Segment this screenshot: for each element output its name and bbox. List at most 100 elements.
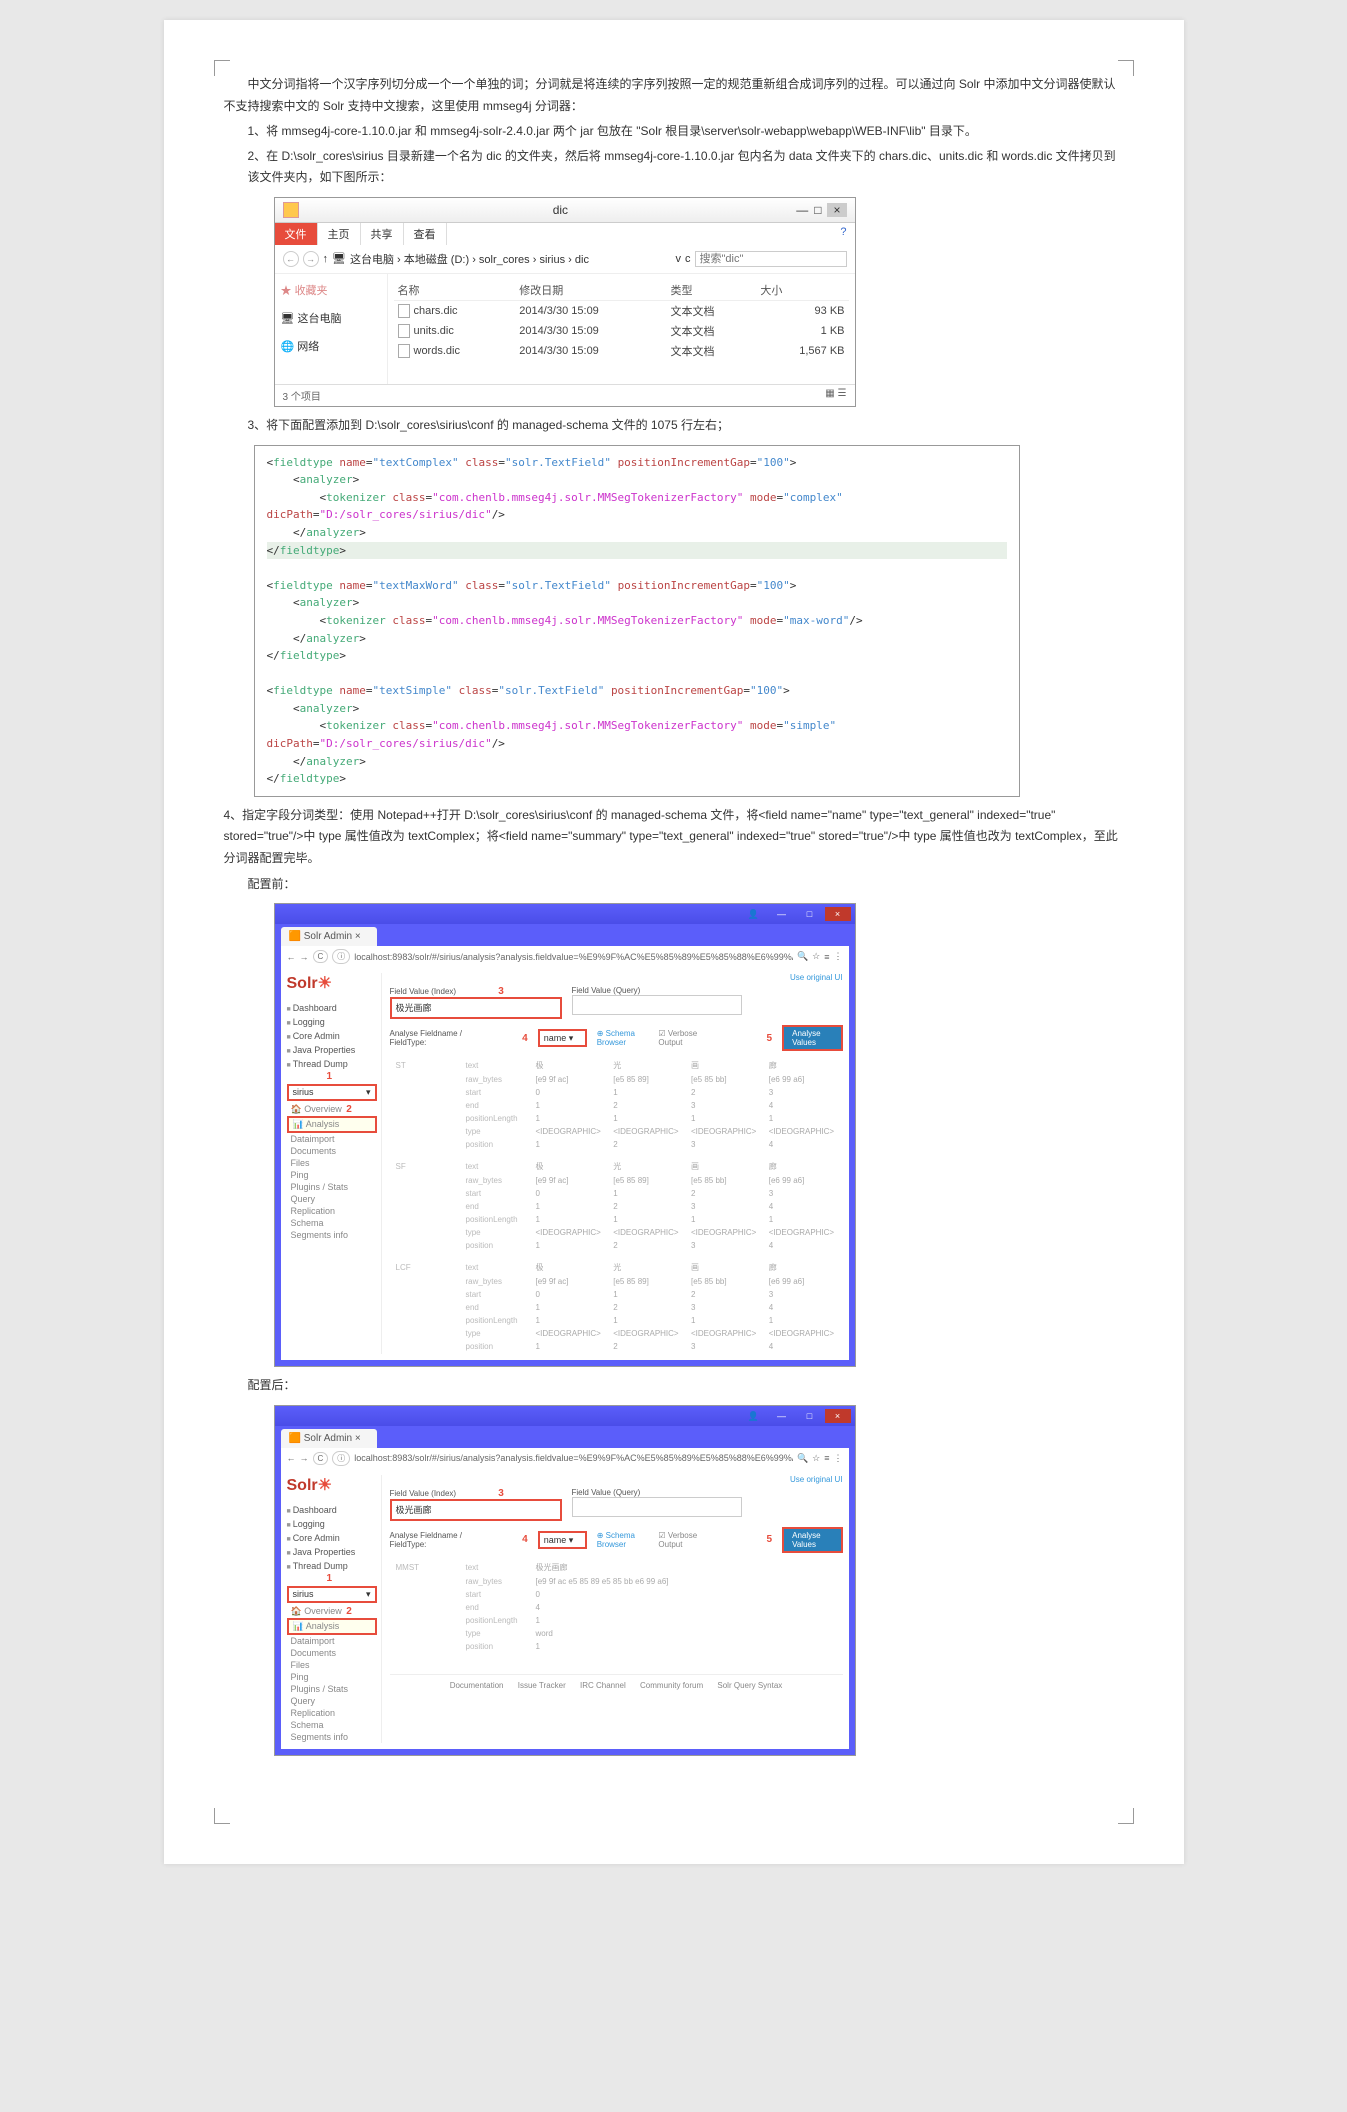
menu-dashboard[interactable]: Dashboard [287,1001,377,1015]
sub-plugins[interactable]: Plugins / Stats [287,1181,377,1193]
nav-back-icon[interactable]: ← [287,952,296,962]
menu-dashboard[interactable]: Dashboard [287,1503,377,1517]
menu-thread[interactable]: Thread Dump [287,1559,377,1573]
tab-view[interactable]: 查看 [404,223,447,245]
sub-overview[interactable]: 🏠 Overview 2 [287,1103,377,1116]
max-icon[interactable]: □ [797,907,823,921]
help-icon[interactable]: ? [832,223,854,245]
up-icon[interactable]: ↑ [323,253,329,265]
sub-analysis[interactable]: 📊 Analysis [287,1618,377,1635]
sub-ping[interactable]: Ping [287,1671,377,1683]
tab-file[interactable]: 文件 [275,223,318,245]
nav-fwd-icon[interactable]: → [300,1453,309,1463]
browser-tab[interactable]: 🟧 Solr Admin × [281,927,377,946]
search-input[interactable] [695,251,847,267]
url-bar[interactable]: localhost:8983/solr/#/sirius/analysis?an… [354,952,793,962]
file-row[interactable]: chars.dic2014/3/30 15:09文本文档93 KB [394,300,849,321]
minimize-icon[interactable]: — [796,203,808,217]
forum-link[interactable]: Community forum [640,1681,703,1690]
menu-logging[interactable]: Logging [287,1015,377,1029]
sub-query[interactable]: Query [287,1695,377,1707]
solr-logo: Solr☀ [287,973,377,993]
num-1: 1 [327,1573,377,1584]
step-4: 4、指定字段分词类型：使用 Notepad++打开 D:\solr_cores\… [224,805,1124,870]
max-icon[interactable]: □ [797,1409,823,1423]
sub-segments[interactable]: Segments info [287,1731,377,1743]
field-query-input[interactable] [572,995,742,1015]
sub-files[interactable]: Files [287,1157,377,1169]
reload-icon[interactable]: C [313,950,329,963]
analyse-button[interactable]: Analyse Values [782,1025,842,1051]
fieldtype-select[interactable]: name ▾ [538,1531,587,1549]
nav-back-icon[interactable]: ← [287,1453,296,1463]
file-table: 名称修改日期类型大小 chars.dic2014/3/30 15:09文本文档9… [394,280,849,361]
sub-segments[interactable]: Segments info [287,1229,377,1241]
core-selector[interactable]: sirius [287,1084,377,1101]
menu-logging[interactable]: Logging [287,1517,377,1531]
back-icon[interactable]: ← [283,251,299,267]
sub-query[interactable]: Query [287,1193,377,1205]
field-query-input[interactable] [572,1497,742,1517]
reload-icon[interactable]: C [313,1452,329,1465]
file-row[interactable]: units.dic2014/3/30 15:09文本文档1 KB [394,321,849,341]
close-icon[interactable]: × [827,203,846,217]
info-icon[interactable]: ⓘ [332,949,350,964]
nav-fwd-icon[interactable]: → [300,952,309,962]
url-bar[interactable]: localhost:8983/solr/#/sirius/analysis?an… [354,1453,793,1463]
fwd-icon[interactable]: → [303,251,319,267]
sub-ping[interactable]: Ping [287,1169,377,1181]
menu-core-admin[interactable]: Core Admin [287,1029,377,1043]
field-index-input[interactable]: 极光画廊 [390,997,562,1019]
sub-overview[interactable]: 🏠 Overview 2 [287,1605,377,1618]
irc-link[interactable]: IRC Channel [580,1681,626,1690]
min-icon[interactable]: — [769,907,795,921]
schema-browser-link[interactable]: ⊕ Schema Browser [597,1531,649,1549]
menu-core-admin[interactable]: Core Admin [287,1531,377,1545]
close-icon[interactable]: × [825,907,851,921]
search-icon[interactable]: 🔍 [797,1453,808,1464]
issue-link[interactable]: Issue Tracker [518,1681,566,1690]
core-selector[interactable]: sirius [287,1586,377,1603]
sub-schema[interactable]: Schema [287,1217,377,1229]
sub-replication[interactable]: Replication [287,1707,377,1719]
step-1: 1、将 mmseg4j-core-1.10.0.jar 和 mmseg4j-so… [248,121,1124,143]
intro-text: 中文分词指将一个汉字序列切分成一个一个单独的词；分词就是将连续的字序列按照一定的… [224,74,1124,117]
maximize-icon[interactable]: □ [814,203,821,217]
side-favorites[interactable]: ★ 收藏夹 [281,280,381,300]
syntax-link[interactable]: Solr Query Syntax [717,1681,782,1690]
sub-dataimport[interactable]: Dataimport [287,1635,377,1647]
browser-tab[interactable]: 🟧 Solr Admin × [281,1429,377,1448]
breadcrumb[interactable]: 这台电脑 › 本地磁盘 (D:) › solr_cores › sirius ›… [350,251,589,267]
side-pc[interactable]: 🖥 这台电脑 [281,308,381,328]
file-row[interactable]: words.dic2014/3/30 15:09文本文档1,567 KB [394,341,849,361]
fieldtype-select[interactable]: name ▾ [538,1029,587,1047]
sub-files[interactable]: Files [287,1659,377,1671]
original-ui-link[interactable]: Use original UI [390,1475,843,1484]
analyse-button[interactable]: Analyse Values [782,1527,842,1553]
side-network[interactable]: 🌐 网络 [281,336,381,356]
close-icon[interactable]: × [825,1409,851,1423]
sub-schema[interactable]: Schema [287,1719,377,1731]
schema-browser-link[interactable]: ⊕ Schema Browser [597,1029,649,1047]
min-icon[interactable]: — [769,1409,795,1423]
original-ui-link[interactable]: Use original UI [390,973,843,982]
sub-documents[interactable]: Documents [287,1647,377,1659]
user-icon[interactable]: 👤 [741,1409,767,1423]
doc-link[interactable]: Documentation [450,1681,504,1690]
tab-home[interactable]: 主页 [318,223,361,245]
menu-java[interactable]: Java Properties [287,1043,377,1057]
sub-analysis[interactable]: 📊 Analysis [287,1116,377,1133]
num-4: 4 [522,1033,528,1044]
menu-java[interactable]: Java Properties [287,1545,377,1559]
sub-dataimport[interactable]: Dataimport [287,1133,377,1145]
sub-replication[interactable]: Replication [287,1205,377,1217]
sub-documents[interactable]: Documents [287,1145,377,1157]
menu-thread[interactable]: Thread Dump [287,1057,377,1071]
sub-plugins[interactable]: Plugins / Stats [287,1683,377,1695]
tab-share[interactable]: 共享 [361,223,404,245]
solr-after: 👤—□× 🟧 Solr Admin × ← → C ⓘ localhost:898… [274,1405,856,1756]
info-icon[interactable]: ⓘ [332,1451,350,1466]
field-index-input[interactable]: 极光画廊 [390,1499,562,1521]
user-icon[interactable]: 👤 [741,907,767,921]
search-icon[interactable]: 🔍 [797,951,808,962]
